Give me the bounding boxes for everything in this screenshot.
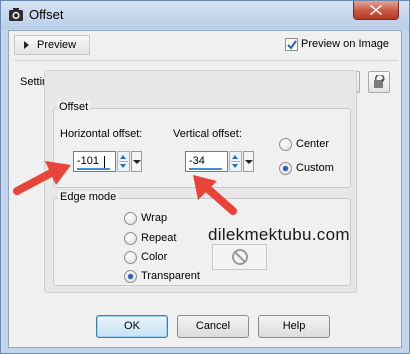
center-radio-label: Center bbox=[296, 138, 330, 150]
vertical-offset-slider-dropdown[interactable] bbox=[243, 151, 254, 172]
spin-down-icon[interactable] bbox=[120, 164, 126, 168]
edge-mode-group-title: Edge mode bbox=[58, 191, 119, 203]
color-radio[interactable] bbox=[124, 251, 137, 264]
horizontal-offset-slider-dropdown[interactable] bbox=[131, 151, 142, 172]
color-radio-label: Color bbox=[141, 251, 168, 263]
transparent-radio-label: Transparent bbox=[141, 270, 200, 282]
transparent-radio[interactable] bbox=[124, 270, 137, 283]
reset-icon bbox=[374, 75, 385, 88]
offset-dialog-window: Offset Preview Preview on Image Settings bbox=[0, 0, 410, 354]
focus-underline bbox=[189, 168, 222, 170]
title-bar[interactable]: Offset bbox=[1, 1, 409, 29]
wrap-radio[interactable] bbox=[124, 212, 137, 225]
horizontal-offset-value: -101 bbox=[77, 155, 100, 167]
ok-button[interactable]: OK bbox=[96, 315, 168, 338]
cancel-button[interactable]: Cancel bbox=[177, 315, 249, 338]
spin-divider bbox=[119, 161, 128, 162]
divider bbox=[14, 60, 398, 61]
expand-triangle-icon bbox=[24, 41, 29, 49]
watermark-text: dilekmektubu.com bbox=[208, 225, 350, 244]
custom-radio-label: Custom bbox=[296, 162, 334, 174]
window-title: Offset bbox=[29, 7, 64, 22]
spin-up-icon[interactable] bbox=[232, 155, 238, 159]
repeat-radio[interactable] bbox=[124, 232, 137, 245]
spin-divider bbox=[231, 161, 240, 162]
horizontal-offset-updown[interactable] bbox=[117, 151, 130, 172]
camera-icon bbox=[9, 8, 23, 21]
edge-color-swatch[interactable] bbox=[212, 244, 267, 270]
vertical-offset-spinner[interactable]: -34 bbox=[185, 151, 255, 172]
horizontal-offset-label: Horizontal offset: bbox=[60, 128, 143, 140]
preview-toggle-button[interactable]: Preview bbox=[14, 35, 90, 55]
preview-on-image-checkbox[interactable] bbox=[285, 38, 298, 51]
checkmark-icon bbox=[287, 40, 297, 50]
center-radio[interactable] bbox=[279, 138, 292, 151]
vertical-offset-value: -34 bbox=[189, 155, 205, 167]
preview-label: Preview bbox=[37, 39, 77, 51]
help-button[interactable]: Help bbox=[258, 315, 330, 338]
horizontal-offset-spinner[interactable]: -101 bbox=[73, 151, 143, 172]
close-icon bbox=[370, 5, 382, 15]
disabled-icon bbox=[232, 249, 248, 265]
vertical-offset-input[interactable]: -34 bbox=[185, 151, 228, 172]
preview-on-image-label: Preview on Image bbox=[301, 38, 390, 50]
vertical-offset-label: Vertical offset: bbox=[173, 128, 242, 140]
offset-group-title: Offset bbox=[57, 101, 91, 113]
reset-preset-button[interactable] bbox=[368, 71, 390, 93]
repeat-radio-label: Repeat bbox=[141, 232, 177, 244]
wrap-radio-label: Wrap bbox=[141, 212, 168, 224]
spin-up-icon[interactable] bbox=[120, 155, 126, 159]
vertical-offset-updown[interactable] bbox=[229, 151, 242, 172]
custom-radio[interactable] bbox=[279, 162, 292, 175]
close-button[interactable] bbox=[353, 1, 399, 20]
horizontal-offset-input[interactable]: -101 bbox=[73, 151, 116, 172]
focus-underline bbox=[77, 168, 110, 170]
spin-down-icon[interactable] bbox=[232, 164, 238, 168]
